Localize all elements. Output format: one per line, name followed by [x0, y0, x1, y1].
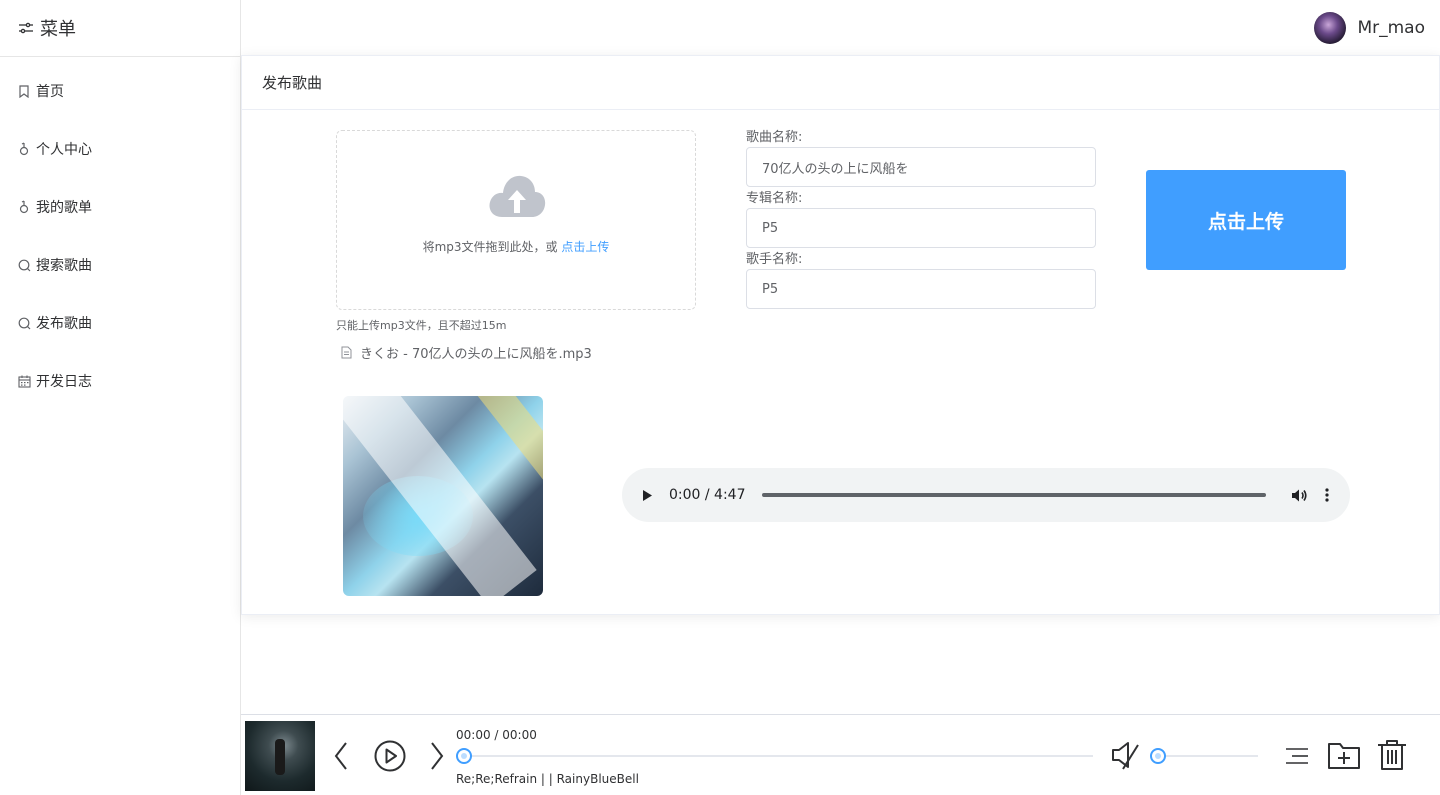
sidebar: 菜单 首页 个人中心 我的歌单 搜索歌曲 发布歌曲 开发日志	[0, 0, 241, 795]
progress-knob[interactable]	[456, 748, 472, 764]
search-icon	[17, 317, 31, 330]
submit-upload-button[interactable]: 点击上传	[1146, 170, 1346, 270]
uploaded-file-item[interactable]: きくお - 70亿人の头の上に风船を.mp3	[341, 343, 592, 362]
sidebar-item-playlist[interactable]: 我的歌单	[0, 178, 240, 236]
previous-icon[interactable]	[333, 741, 349, 771]
volume-knob[interactable]	[1150, 748, 1166, 764]
add-folder-icon[interactable]	[1327, 740, 1361, 770]
upload-tip: 只能上传mp3文件，且不超过15m	[336, 319, 507, 332]
upload-link[interactable]: 点击上传	[561, 240, 609, 254]
sidebar-item-label: 发布歌曲	[36, 316, 92, 332]
playlist-icon[interactable]	[1284, 746, 1310, 766]
now-playing-thumbnail[interactable]	[245, 721, 315, 791]
sidebar-item-home[interactable]: 首页	[0, 62, 240, 120]
sidebar-title: 菜单	[40, 19, 76, 40]
player-time: 00:00 / 00:00	[456, 728, 537, 742]
album-name-input[interactable]	[746, 208, 1096, 248]
artist-name-label: 歌手名称:	[746, 252, 803, 267]
sidebar-item-label: 个人中心	[36, 142, 92, 158]
play-icon[interactable]	[642, 489, 656, 502]
sidebar-item-label: 我的歌单	[36, 200, 92, 216]
cloud-upload-icon	[487, 173, 547, 223]
card-title: 发布歌曲	[242, 56, 1439, 110]
uploaded-file-name: きくお - 70亿人の头の上に风船を.mp3	[360, 347, 592, 362]
publish-card: 发布歌曲 将mp3文件拖到此处，或 点击上传 只能上传mp3文件，且不超过15m…	[241, 55, 1440, 615]
volume-icon[interactable]	[1291, 488, 1308, 503]
artist-name-input[interactable]	[746, 269, 1096, 309]
volume-muted-icon[interactable]	[1110, 739, 1142, 771]
player-progress-bar[interactable]	[456, 748, 1093, 764]
bottom-player: 00:00 / 00:00 Re;Re;Refrain | | RainyBlu…	[241, 714, 1440, 795]
sliders-icon	[18, 21, 34, 35]
upload-hint-text: 将mp3文件拖到此处，或	[422, 240, 558, 254]
audio-player: 0:00 / 4:47	[622, 468, 1350, 522]
user-icon	[17, 200, 31, 214]
calendar-icon	[17, 375, 31, 388]
thumbnail-figure	[275, 739, 285, 775]
sidebar-item-devlog[interactable]: 开发日志	[0, 352, 240, 410]
audio-seek-bar[interactable]	[761, 493, 1266, 497]
search-icon	[17, 259, 31, 272]
song-name-label: 歌曲名称:	[746, 130, 803, 145]
upload-dropzone[interactable]: 将mp3文件拖到此处，或 点击上传	[336, 130, 696, 310]
next-icon[interactable]	[429, 741, 445, 771]
avatar[interactable]	[1314, 12, 1347, 44]
volume-slider[interactable]	[1150, 748, 1258, 764]
song-name-input[interactable]	[746, 147, 1096, 187]
sidebar-item-label: 搜索歌曲	[36, 258, 92, 274]
sidebar-item-label: 首页	[36, 84, 64, 100]
album-name-label: 专辑名称:	[746, 191, 803, 206]
upload-hint: 将mp3文件拖到此处，或 点击上传	[337, 238, 695, 255]
sidebar-header: 菜单	[0, 0, 240, 57]
trash-icon[interactable]	[1377, 739, 1407, 771]
username: Mr_mao	[1357, 18, 1425, 38]
sidebar-item-publish[interactable]: 发布歌曲	[0, 294, 240, 352]
play-circle-icon[interactable]	[374, 740, 406, 772]
album-cover-image[interactable]	[343, 396, 543, 596]
audio-time: 0:00 / 4:47	[669, 487, 746, 503]
sidebar-item-search[interactable]: 搜索歌曲	[0, 236, 240, 294]
bookmark-icon	[17, 84, 31, 98]
sidebar-item-label: 开发日志	[36, 374, 92, 390]
user-icon	[17, 142, 31, 156]
top-bar: Mr_mao	[241, 0, 1440, 55]
user-menu[interactable]: Mr_mao	[1314, 12, 1425, 44]
sidebar-item-profile[interactable]: 个人中心	[0, 120, 240, 178]
song-form: 歌曲名称: 专辑名称: 歌手名称:	[746, 128, 1096, 311]
now-playing-title: Re;Re;Refrain | | RainyBlueBell	[456, 772, 639, 786]
more-vertical-icon[interactable]	[1324, 488, 1329, 502]
document-icon	[341, 346, 352, 359]
